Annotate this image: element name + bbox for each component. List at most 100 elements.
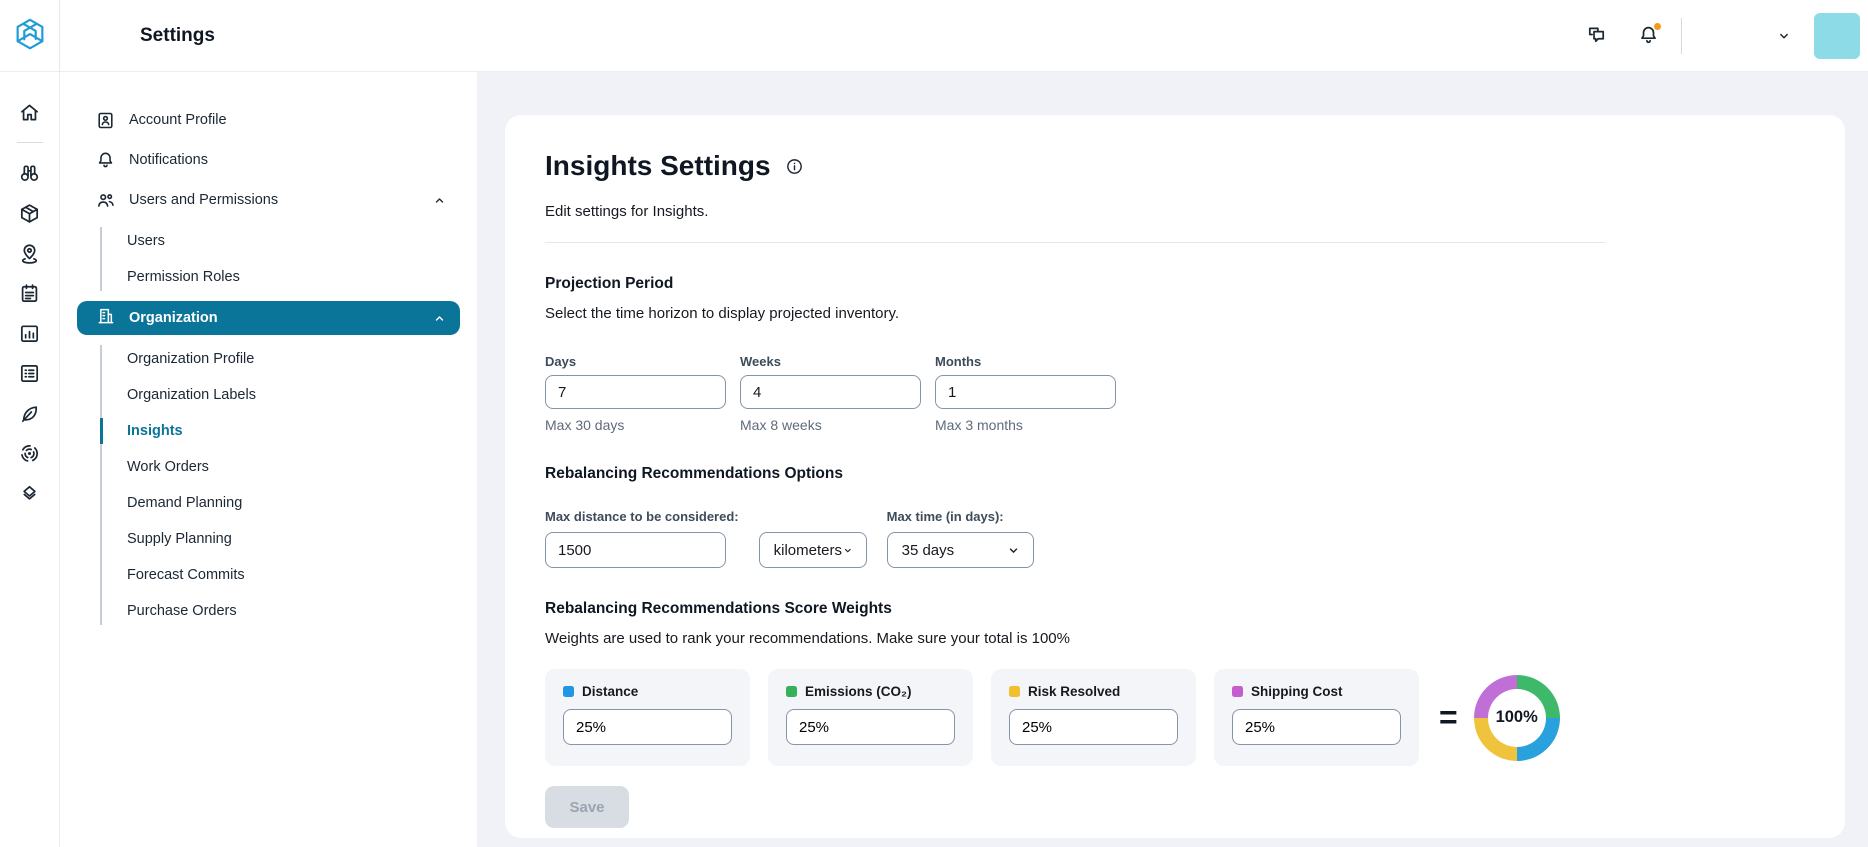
rail-divider: [17, 142, 43, 143]
score-weights-description: Weights are used to rank your recommenda…: [545, 630, 1605, 647]
bell-icon: [95, 150, 116, 171]
days-helper: Max 30 days: [545, 417, 726, 433]
distance-unit-value: kilometers: [774, 542, 842, 559]
radar-target-icon: [18, 442, 41, 465]
shipping-cost-weight-input[interactable]: [1232, 709, 1401, 745]
rail-explore-button[interactable]: [12, 155, 48, 191]
notifications-button[interactable]: [1629, 17, 1667, 55]
sidebar-item-supply-planning[interactable]: Supply Planning: [60, 521, 477, 557]
app-logo[interactable]: [0, 0, 60, 72]
sidebar-item-label: Users and Permissions: [129, 192, 278, 208]
sidebar-item-permission-roles[interactable]: Permission Roles: [60, 259, 477, 295]
equals-sign: =: [1439, 699, 1458, 736]
notification-badge-dot: [1653, 22, 1662, 31]
sidebar-item-forecast-commits[interactable]: Forecast Commits: [60, 557, 477, 593]
sidebar-item-label: Organization Profile: [127, 351, 254, 367]
sidebar-item-organization-labels[interactable]: Organization Labels: [60, 377, 477, 413]
feedback-button[interactable]: [1577, 17, 1615, 55]
clipboard-icon: [18, 282, 41, 305]
rail-analytics-button[interactable]: [12, 315, 48, 351]
account-profile-icon: [95, 110, 116, 131]
app-header: Settings: [0, 0, 1868, 72]
max-time-select[interactable]: 35 days: [887, 532, 1034, 568]
sidebar-item-label: Forecast Commits: [127, 567, 245, 583]
chevron-down-icon: [842, 543, 854, 558]
insights-settings-title: Insights Settings: [545, 151, 771, 181]
building-icon: [96, 306, 116, 330]
risk-resolved-weight-label: Risk Resolved: [1028, 684, 1120, 699]
max-time-label: Max time (in days):: [887, 509, 1034, 524]
sidebar-item-insights[interactable]: Insights: [60, 413, 477, 449]
shipping-cost-color-swatch: [1232, 686, 1243, 697]
sidebar-item-demand-planning[interactable]: Demand Planning: [60, 485, 477, 521]
user-menu[interactable]: [1692, 16, 1792, 56]
save-button[interactable]: Save: [545, 786, 629, 828]
sidebar-item-account-profile[interactable]: Account Profile: [60, 100, 477, 140]
package-box-icon: [18, 202, 41, 225]
chevron-down-icon: [1006, 543, 1021, 558]
days-input[interactable]: [545, 375, 726, 409]
page-title: Settings: [140, 25, 215, 47]
shipping-cost-weight-label: Shipping Cost: [1251, 684, 1343, 699]
rail-planning-button[interactable]: [12, 275, 48, 311]
months-helper: Max 3 months: [935, 417, 1116, 433]
score-weights-heading: Rebalancing Recommendations Score Weight…: [545, 600, 1605, 618]
rail-network-button[interactable]: [12, 235, 48, 271]
layers-diamond-icon: [18, 482, 41, 505]
projection-period-heading: Projection Period: [545, 275, 1605, 293]
insights-settings-card: Insights Settings Edit settings for Insi…: [505, 115, 1845, 838]
sidebar-item-organization-profile[interactable]: Organization Profile: [60, 341, 477, 377]
weight-card-emissions: Emissions (CO₂): [768, 669, 973, 766]
distance-weight-input[interactable]: [563, 709, 732, 745]
rail-orders-button[interactable]: [12, 355, 48, 391]
sidebar-item-label: Organization: [129, 310, 218, 326]
chevron-up-icon: [432, 193, 447, 208]
sidebar-item-purchase-orders[interactable]: Purchase Orders: [60, 593, 477, 629]
section-divider: [545, 242, 1605, 243]
max-distance-input[interactable]: [545, 532, 726, 568]
sidebar-item-organization[interactable]: Organization: [77, 301, 460, 335]
sidebar-item-label: Work Orders: [127, 459, 209, 475]
location-pin-icon: [18, 242, 41, 265]
insights-settings-subtitle: Edit settings for Insights.: [545, 203, 1605, 220]
rail-insights-button[interactable]: [12, 435, 48, 471]
rebalancing-options-heading: Rebalancing Recommendations Options: [545, 465, 1605, 483]
months-input[interactable]: [935, 375, 1116, 409]
sidebar-item-notifications[interactable]: Notifications: [60, 140, 477, 180]
rail-integrations-button[interactable]: [12, 475, 48, 511]
info-button[interactable]: [785, 157, 804, 176]
emissions-weight-input[interactable]: [786, 709, 955, 745]
sidebar-item-label: Organization Labels: [127, 387, 256, 403]
users-permissions-sublist: Users Permission Roles: [60, 223, 477, 295]
rail-home-button[interactable]: [12, 94, 48, 130]
bar-chart-icon: [18, 322, 41, 345]
weight-card-distance: Distance: [545, 669, 750, 766]
sidebar-item-users[interactable]: Users: [60, 223, 477, 259]
weeks-input[interactable]: [740, 375, 921, 409]
home-icon: [18, 101, 41, 124]
sidebar-item-label: Users: [127, 233, 165, 249]
sidebar-item-label: Account Profile: [129, 112, 227, 128]
users-icon: [95, 190, 116, 211]
emissions-weight-label: Emissions (CO₂): [805, 684, 912, 699]
settings-sidebar: Account Profile Notifications Users: [60, 72, 477, 847]
rail-sustainability-button[interactable]: [12, 395, 48, 431]
risk-resolved-color-swatch: [1009, 686, 1020, 697]
list-details-icon: [18, 362, 41, 385]
distance-color-swatch: [563, 686, 574, 697]
sidebar-item-users-and-permissions[interactable]: Users and Permissions: [60, 180, 477, 220]
organization-sublist: Organization Profile Organization Labels…: [60, 341, 477, 629]
info-icon: [785, 157, 804, 176]
chevron-up-icon: [432, 311, 447, 326]
rail-inventory-button[interactable]: [12, 195, 48, 231]
sidebar-item-label: Purchase Orders: [127, 603, 237, 619]
binoculars-icon: [18, 162, 41, 185]
projection-period-description: Select the time horizon to display proje…: [545, 305, 1605, 322]
sidebar-item-work-orders[interactable]: Work Orders: [60, 449, 477, 485]
distance-weight-label: Distance: [582, 684, 638, 699]
avatar[interactable]: [1814, 13, 1860, 59]
sidebar-item-label: Demand Planning: [127, 495, 242, 511]
weights-total-label: 100%: [1496, 708, 1538, 727]
distance-unit-select[interactable]: kilometers: [759, 532, 867, 568]
risk-resolved-weight-input[interactable]: [1009, 709, 1178, 745]
